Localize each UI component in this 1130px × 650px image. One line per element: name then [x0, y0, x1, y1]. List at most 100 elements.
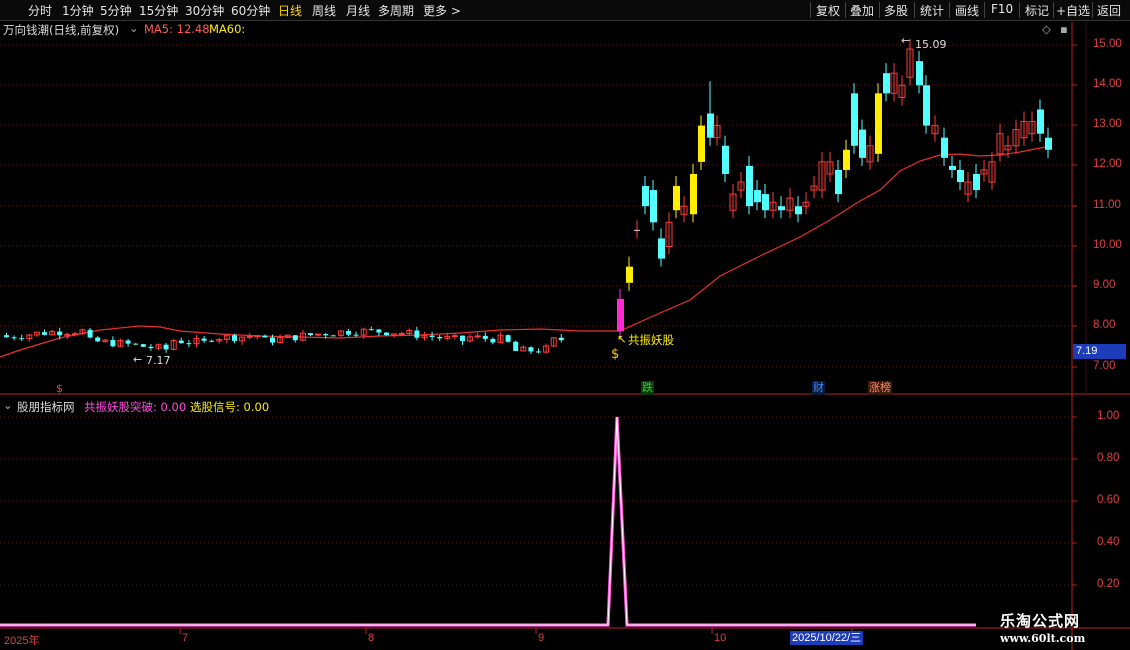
low-arrow-icon: ←: [133, 353, 143, 366]
candle-body: [292, 335, 298, 341]
indicator-tick-label: 0.80: [1097, 452, 1120, 464]
candle-body: [110, 340, 116, 347]
candle-body: [1045, 137, 1052, 150]
candle-body: [125, 340, 131, 344]
candle-body: [690, 173, 697, 215]
price-tick-label: 9.00: [1093, 279, 1116, 291]
candle-body: [536, 351, 541, 353]
watermark-title: 乐淘公式网: [1000, 612, 1081, 630]
candle-body: [209, 340, 215, 342]
indicator-series1-label: 共振妖股突破: 0.00: [84, 400, 187, 414]
candle-body: [941, 137, 948, 158]
indicator-series2-label: 选股信号: 0.00: [190, 400, 270, 414]
candle-body: [254, 335, 261, 338]
candle-body: [505, 335, 511, 342]
candle-body: [482, 335, 488, 339]
indicator-tick-label: 0.20: [1097, 578, 1120, 590]
candlesticks: [4, 38, 1052, 355]
candle-body: [1037, 109, 1044, 134]
signal-arrow-icon: ↖: [617, 332, 627, 346]
candle-body: [270, 337, 275, 343]
candle-body: [246, 335, 253, 338]
candle-body: [186, 343, 192, 345]
dividend-marker[interactable]: $: [56, 382, 63, 395]
money-bag-icon[interactable]: $: [611, 347, 619, 362]
candle-body: [658, 238, 665, 259]
candle-body: [201, 338, 207, 341]
price-tick-label: 12.00: [1093, 158, 1122, 170]
high-arrow-icon: ←: [901, 34, 911, 47]
settings-icon[interactable]: ▪: [1060, 22, 1068, 36]
event-finance-marker[interactable]: 财: [812, 381, 825, 395]
candle-body: [474, 335, 481, 338]
time-axis-label: 2025年: [4, 635, 40, 647]
kline-chart[interactable]: [0, 0, 1130, 650]
ma5-label: MA5: 12.48: [144, 22, 210, 36]
price-tick-label: 14.00: [1093, 78, 1122, 90]
selected-date: 2025/10/22/三: [790, 631, 864, 645]
event-drop-marker[interactable]: 跌: [641, 381, 654, 395]
candle-body: [42, 332, 47, 335]
candle-body: [57, 331, 63, 336]
candle-body: [451, 335, 458, 338]
price-tick-label: 11.00: [1093, 199, 1121, 211]
chevron-down-icon[interactable]: ⌄: [3, 398, 13, 412]
candle-body: [346, 330, 351, 335]
indicator-tick-label: 0.60: [1097, 494, 1120, 506]
candle-body: [528, 347, 534, 352]
candle-body: [87, 329, 93, 338]
candle-body: [4, 335, 9, 338]
candle-body: [376, 329, 382, 333]
diamond-icon[interactable]: ◇: [1042, 22, 1051, 36]
candle-body: [875, 93, 882, 154]
candle-body: [232, 335, 237, 341]
indicator-tick-label: 1.00: [1097, 410, 1120, 422]
current-price-tag: 7.19: [1073, 344, 1126, 359]
candle-body: [178, 340, 184, 344]
candle-body: [490, 338, 496, 343]
candle-body: [308, 333, 313, 335]
candle-body: [795, 206, 802, 215]
candle-body: [140, 344, 146, 347]
chevron-down-icon[interactable]: ⌄: [129, 21, 139, 35]
candle-body: [64, 333, 71, 336]
candle-body: [859, 129, 866, 158]
candle-body: [353, 334, 359, 336]
candle-body: [315, 333, 322, 336]
indicator-series1-core: [0, 416, 976, 626]
candle-body: [437, 336, 443, 339]
candle-body: [148, 346, 154, 349]
candle-body: [71, 333, 78, 336]
candle-body: [626, 266, 633, 283]
event-limit-up-list-marker[interactable]: 涨榜: [868, 381, 892, 395]
candle-body: [323, 334, 329, 336]
candle-body: [95, 337, 101, 342]
candle-body: [754, 190, 761, 203]
low-price-annotation: 7.17: [146, 354, 171, 367]
price-tick-label: 15.00: [1093, 38, 1122, 50]
candle-body: [262, 335, 268, 338]
price-tick-label: 8.00: [1093, 319, 1116, 331]
candle-body: [923, 85, 930, 126]
time-axis-label: 7: [182, 632, 189, 644]
chart-axes: [0, 22, 1130, 650]
indicator-tick-label: 0.40: [1097, 536, 1120, 548]
candle-body: [429, 335, 435, 337]
candle-body: [835, 169, 842, 195]
candle-body: [163, 344, 169, 350]
price-tick-label: 13.00: [1093, 118, 1122, 130]
candle-body: [460, 335, 465, 341]
price-tick-label: 7.00: [1093, 360, 1116, 372]
signal-annotation: 共振妖股: [628, 333, 674, 347]
candle-body: [778, 206, 785, 211]
candle-body: [746, 165, 753, 207]
candle-body: [330, 335, 336, 337]
candle-body: [722, 145, 729, 174]
chart-grid: [0, 44, 1072, 586]
candle-body: [883, 73, 890, 94]
candle-body: [384, 332, 389, 336]
watermark-url: www.60lt.com: [1000, 632, 1086, 645]
time-axis-label: 10: [714, 632, 727, 644]
candle-body: [916, 61, 923, 86]
candle-body: [650, 190, 657, 223]
